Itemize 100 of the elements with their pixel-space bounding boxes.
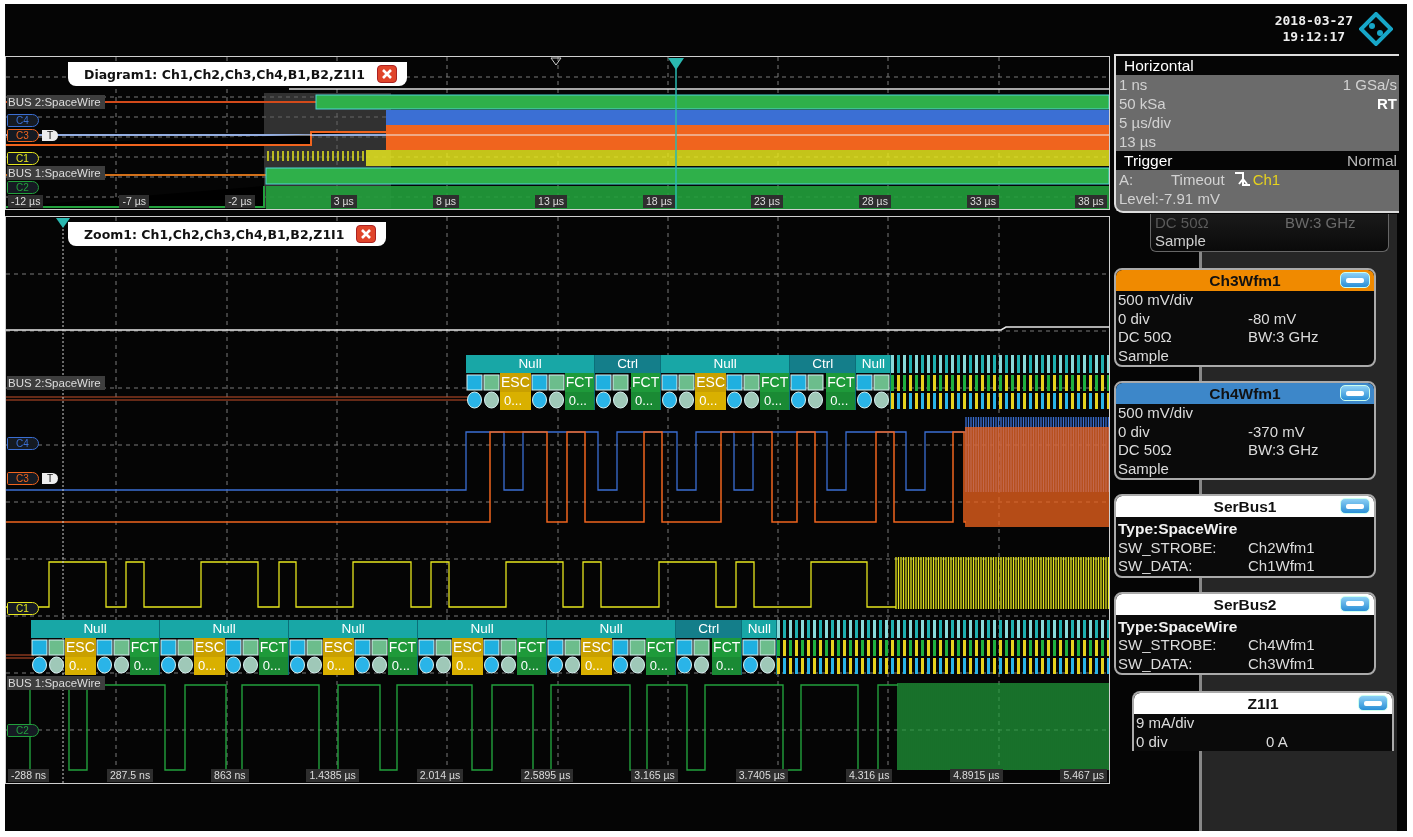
setting-value: 0 div bbox=[1118, 309, 1151, 328]
bit-cells-drawing bbox=[353, 638, 388, 675]
bit-cells-drawing bbox=[31, 638, 65, 675]
minimize-button[interactable] bbox=[1340, 385, 1370, 401]
axis-tick-label: 5.467 µs bbox=[1060, 769, 1107, 782]
bit-cells-drawing bbox=[466, 373, 500, 410]
axis-tick-label: 863 ns bbox=[211, 769, 249, 782]
minimize-button[interactable] bbox=[1358, 695, 1388, 711]
bit-cells-drawing bbox=[726, 373, 761, 410]
setting-value: DC 50Ω bbox=[1155, 214, 1210, 232]
symbol-label: FCT bbox=[516, 638, 547, 657]
setting-value: SW_STROBE: bbox=[1118, 538, 1218, 557]
setting-value: 500 mV/div bbox=[1118, 291, 1195, 310]
trigger-position-icon bbox=[667, 57, 685, 71]
minimize-button[interactable] bbox=[1340, 498, 1370, 514]
falling-edge-icon bbox=[1232, 170, 1251, 188]
symbol-value: 0... bbox=[695, 392, 727, 410]
minus-icon bbox=[1346, 277, 1364, 283]
frame-label: Null bbox=[160, 620, 289, 638]
trigger-level: Level:-7.91 mV bbox=[1119, 189, 1220, 208]
bit-cells-drawing bbox=[790, 373, 827, 410]
axis-tick-label: 38 µs bbox=[1074, 195, 1107, 208]
diagram-title: Zoom1: Ch1,Ch2,Ch3,Ch4,B1,B2,Z1I1 bbox=[84, 226, 345, 242]
symbol-value: 0... bbox=[194, 657, 225, 675]
frame-label: Ctrl bbox=[595, 355, 661, 373]
minus-icon bbox=[1346, 601, 1364, 606]
frame-label: Null bbox=[466, 355, 594, 373]
symbol-label: FCT bbox=[564, 373, 594, 392]
bit-cells-drawing bbox=[547, 638, 582, 675]
setting-value: Ch2Wfm1 bbox=[1248, 538, 1315, 557]
bit-cells-drawing bbox=[289, 638, 324, 675]
channel-marker: C2 bbox=[7, 724, 39, 737]
symbol-label: FCT bbox=[387, 638, 418, 657]
bus-label: BUS 1:SpaceWire bbox=[7, 166, 105, 180]
setting-value: Ch1Wfm1 bbox=[1248, 557, 1315, 576]
trigger-marker: T bbox=[42, 473, 59, 484]
panel-heading: Horizontal bbox=[1124, 56, 1194, 75]
axis-tick-label: 8 µs bbox=[432, 195, 459, 208]
axis-tick-label: 18 µs bbox=[643, 195, 675, 208]
bit-cells-drawing bbox=[661, 373, 696, 410]
axis-tick-label: 3.7405 µs bbox=[735, 769, 788, 782]
bit-cells-drawing bbox=[418, 638, 453, 675]
bit-cells-drawing bbox=[595, 373, 631, 410]
close-button[interactable] bbox=[356, 225, 377, 243]
symbol-value: 0... bbox=[645, 657, 676, 675]
axis-tick-label: 2.5895 µs bbox=[521, 769, 574, 782]
symbol-value: 0... bbox=[712, 657, 742, 675]
symbol-label: FCT bbox=[129, 638, 159, 657]
minimize-button[interactable] bbox=[1340, 595, 1370, 612]
symbol-value: 0... bbox=[631, 392, 661, 410]
minus-icon bbox=[1346, 390, 1364, 396]
channel-marker: C1 bbox=[7, 152, 39, 165]
symbol-value: 0... bbox=[258, 657, 289, 675]
trigger-mode: Normal bbox=[1347, 151, 1397, 170]
setting-value: Type:SpaceWire bbox=[1118, 617, 1239, 636]
setting-value: DC 50Ω bbox=[1118, 328, 1173, 347]
minus-icon bbox=[1364, 700, 1382, 706]
logo-icon bbox=[1359, 12, 1393, 46]
bit-cells-drawing bbox=[676, 638, 713, 675]
card-title: SerBus1 bbox=[1213, 498, 1277, 515]
symbol-value: 0... bbox=[564, 392, 594, 410]
axis-tick-label: 1.4385 µs bbox=[306, 769, 359, 782]
bus-label: BUS 2:SpaceWire bbox=[7, 376, 105, 390]
bit-cells-drawing bbox=[856, 373, 891, 410]
close-button[interactable] bbox=[376, 65, 397, 83]
setting-value: -80 mV bbox=[1248, 309, 1297, 328]
setting-value: 5 µs/div bbox=[1119, 113, 1171, 132]
axis-tick-label: -7 µs bbox=[119, 195, 150, 208]
symbol-label: FCT bbox=[258, 638, 289, 657]
axis-tick-label: 4.316 µs bbox=[845, 769, 893, 782]
symbol-label: ESC bbox=[695, 373, 727, 392]
symbol-value: 0... bbox=[516, 657, 547, 675]
card-title: Z1I1 bbox=[1247, 695, 1279, 712]
frame-label: Null bbox=[742, 620, 777, 638]
setting-value: 1 GSa/s bbox=[1342, 75, 1397, 94]
symbol-value: 0... bbox=[581, 657, 612, 675]
frame-label: Null bbox=[547, 620, 676, 638]
minimize-button[interactable] bbox=[1340, 272, 1370, 288]
axis-tick-label: 28 µs bbox=[859, 195, 891, 208]
setting-value: SW_DATA: bbox=[1118, 557, 1194, 576]
channel-marker: C3 bbox=[7, 129, 39, 142]
channel-marker: C4 bbox=[7, 114, 39, 127]
symbol-label: ESC bbox=[581, 638, 612, 657]
setting-value: 50 kSa bbox=[1119, 94, 1166, 113]
card-title: SerBus2 bbox=[1213, 595, 1277, 613]
setting-value: Ch3Wfm1 bbox=[1248, 654, 1315, 673]
bit-cells-drawing bbox=[611, 638, 646, 675]
symbol-label: ESC bbox=[323, 638, 354, 657]
axis-tick-label: 3.165 µs bbox=[631, 769, 678, 782]
frame-label: Null bbox=[31, 620, 159, 638]
setting-value: 0 div bbox=[1136, 732, 1169, 751]
symbol-value: 0... bbox=[826, 392, 856, 410]
card-title: Ch3Wfm1 bbox=[1209, 272, 1281, 289]
axis-tick-label: 13 µs bbox=[535, 195, 567, 208]
axis-tick-label: 23 µs bbox=[751, 195, 783, 208]
frame-label: Ctrl bbox=[790, 355, 856, 373]
setting-value: Sample bbox=[1118, 459, 1170, 478]
setting-value: BW:3 GHz bbox=[1248, 328, 1319, 347]
setting-value: BW:3 GHz bbox=[1285, 214, 1356, 232]
minus-icon bbox=[1346, 503, 1364, 509]
